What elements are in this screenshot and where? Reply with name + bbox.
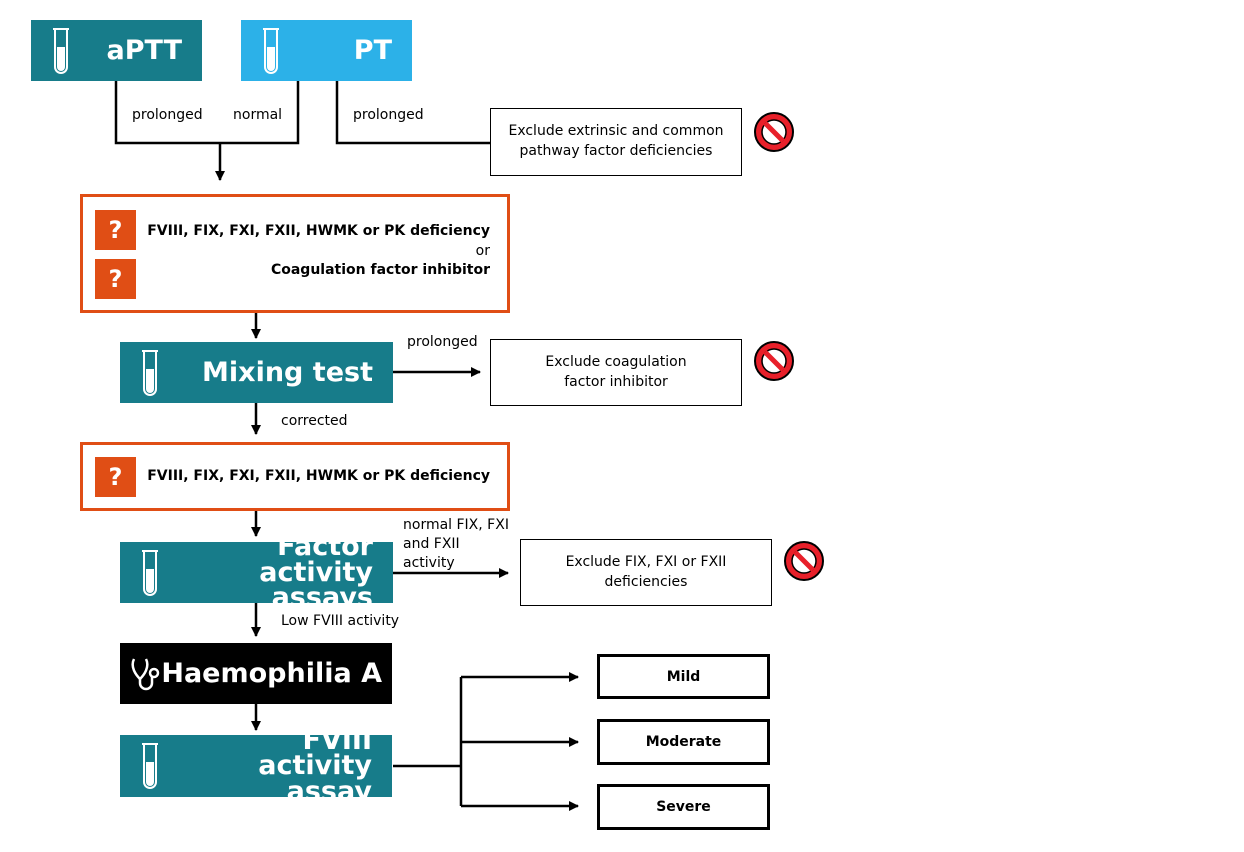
test-tube-icon xyxy=(53,28,69,74)
exclude-extrinsic-box: Exclude extrinsic and common pathway fac… xyxy=(490,108,742,176)
severity-mild: Mild xyxy=(597,654,770,699)
factor-activity-label: Factor activity assays xyxy=(259,531,373,614)
corrected-label: corrected xyxy=(281,413,348,429)
aptt-prolonged-label: prolonged xyxy=(132,107,203,123)
mixing-test-label: Mixing test xyxy=(202,356,373,388)
exclude-extrinsic-text: Exclude extrinsic and common pathway fac… xyxy=(508,123,724,159)
exclude-factors-text: Exclude FIX, FXI or FXII deficiencies xyxy=(565,553,727,590)
severity-severe: Severe xyxy=(597,784,770,830)
pt-normal-label: normal xyxy=(233,107,283,123)
mixing-test: Mixing test xyxy=(120,342,393,403)
diagnosis-box: Haemophilia A xyxy=(120,643,392,704)
no-entry-icon xyxy=(754,341,794,381)
fviii-activity-label: FVIII activity assay xyxy=(258,724,372,807)
aptt-test: aPTT xyxy=(31,20,202,81)
fviii-activity-test: FVIII activity assay xyxy=(120,727,392,805)
low-fviii-label: Low FVIII activity xyxy=(281,613,400,629)
mixing-prolonged-label: prolonged xyxy=(407,334,478,350)
normal-factors-label: normal FIX, FXI and FXII activity xyxy=(403,517,509,571)
diagnosis-label: Haemophilia A xyxy=(161,657,382,689)
severity-moderate: Moderate xyxy=(597,719,770,765)
question-mark-icon: ? xyxy=(95,457,136,497)
test-tube-icon xyxy=(142,743,158,789)
no-entry-icon xyxy=(754,112,794,152)
hypothesis-1-or: or xyxy=(475,242,490,259)
pt-test: PT xyxy=(241,20,412,81)
no-entry-icon xyxy=(784,541,824,581)
hypothesis-box-1: ? ? FVIII, FIX, FXI, FXII, HWMK or PK de… xyxy=(80,194,510,313)
question-mark-icon: ? xyxy=(95,210,136,250)
exclude-inhibitor-box: Exclude coagulation factor inhibitor xyxy=(490,339,742,406)
hypothesis-1-line1: FVIII, FIX, FXI, FXII, HWMK or PK defici… xyxy=(147,223,490,239)
exclude-inhibitor-text: Exclude coagulation factor inhibitor xyxy=(545,353,687,390)
hypothesis-1-line2: Coagulation factor inhibitor xyxy=(270,262,490,279)
test-tube-icon xyxy=(142,550,158,596)
question-mark-icon: ? xyxy=(95,259,136,299)
test-tube-icon xyxy=(142,350,158,396)
test-tube-icon xyxy=(263,28,279,74)
aptt-label: aPTT xyxy=(106,34,182,66)
stethoscope-icon xyxy=(131,658,160,691)
hypothesis-box-2: ? FVIII, FIX, FXI, FXII, HWMK or PK defi… xyxy=(80,442,510,511)
pt-label: PT xyxy=(353,34,392,66)
hypothesis-2-line1: FVIII, FIX, FXI, FXII, HWMK or PK defici… xyxy=(147,468,490,484)
pt-prolonged-label: prolonged xyxy=(353,107,424,123)
exclude-factors-box: Exclude FIX, FXI or FXII deficiencies xyxy=(520,539,772,606)
factor-activity-test: Factor activity assays xyxy=(120,533,393,611)
